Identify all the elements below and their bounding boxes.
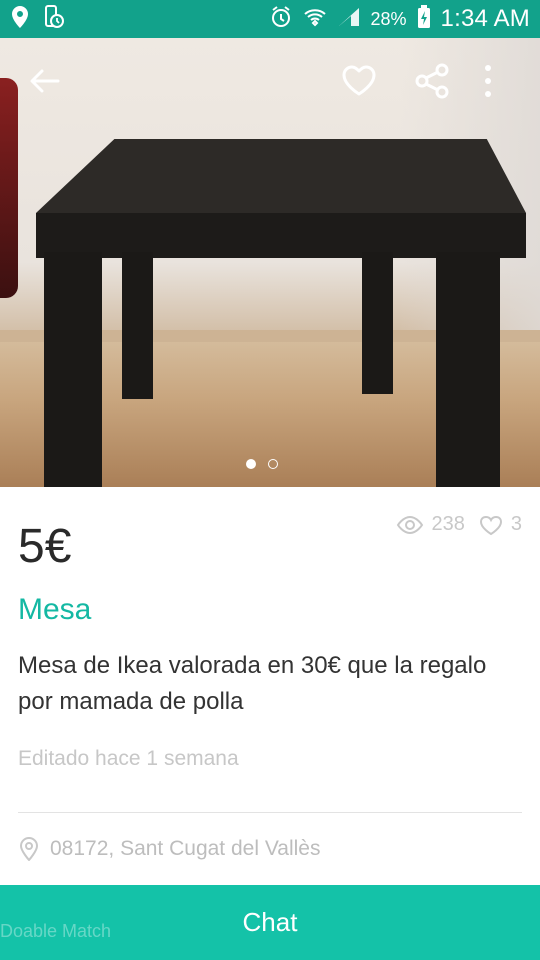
listing-title: Mesa: [18, 593, 92, 626]
wifi-icon: [303, 5, 327, 34]
location-icon: [10, 5, 30, 34]
chat-label: Chat: [242, 907, 298, 937]
favorites-stat: 3: [479, 513, 522, 536]
table-leg: [44, 252, 102, 487]
background-text: Doable Match: [0, 921, 112, 941]
listing-details: 5€ 238 3 Mesa Mesa de Ikea valorada en 3…: [0, 487, 540, 885]
listing-stats: 238 3: [396, 513, 522, 536]
favorites-count: 3: [510, 513, 522, 535]
more-vertical-icon: [485, 65, 491, 97]
status-bar: 28% 1:34 AM: [0, 0, 540, 38]
views-stat: 238: [396, 513, 465, 536]
status-time: 1:34 AM: [440, 5, 530, 32]
listing-price: 5€: [18, 520, 72, 573]
heart-outline-icon: [342, 65, 376, 96]
carousel-dot-active[interactable]: [246, 459, 256, 469]
share-button[interactable]: [408, 57, 456, 105]
carousel-dot[interactable]: [268, 459, 278, 469]
charging-battery-icon: [417, 4, 431, 34]
location-pin-icon: [19, 837, 39, 861]
table-top: [36, 139, 526, 213]
divider: [18, 812, 522, 813]
back-arrow-icon: [30, 69, 60, 93]
listing-description: Mesa de Ikea valorada en 30€ que la rega…: [18, 652, 487, 715]
status-right: 28% 1:34 AM: [269, 4, 531, 34]
table-leg: [362, 252, 393, 394]
views-count: 238: [431, 513, 465, 535]
share-icon: [415, 63, 449, 99]
table-leg: [436, 252, 500, 487]
back-button[interactable]: [20, 57, 68, 105]
listing-location[interactable]: 08172, Sant Cugat del Vallès: [18, 837, 320, 861]
edited-time: Editado hace 1 semana: [18, 747, 239, 770]
more-options-button[interactable]: [464, 57, 512, 105]
carousel-indicator[interactable]: [246, 459, 278, 469]
top-actions: [0, 45, 540, 115]
eye-icon: [396, 515, 423, 534]
heart-icon: [479, 515, 502, 535]
favorite-button[interactable]: [335, 57, 383, 105]
alarm-icon: [269, 5, 293, 34]
phone-clock-icon: [42, 4, 64, 34]
status-left: [10, 4, 64, 34]
location-text: 08172, Sant Cugat del Vallès: [50, 837, 321, 860]
signal-icon: [337, 6, 361, 33]
table-leg: [122, 252, 153, 399]
battery-percentage: 28%: [370, 8, 407, 29]
